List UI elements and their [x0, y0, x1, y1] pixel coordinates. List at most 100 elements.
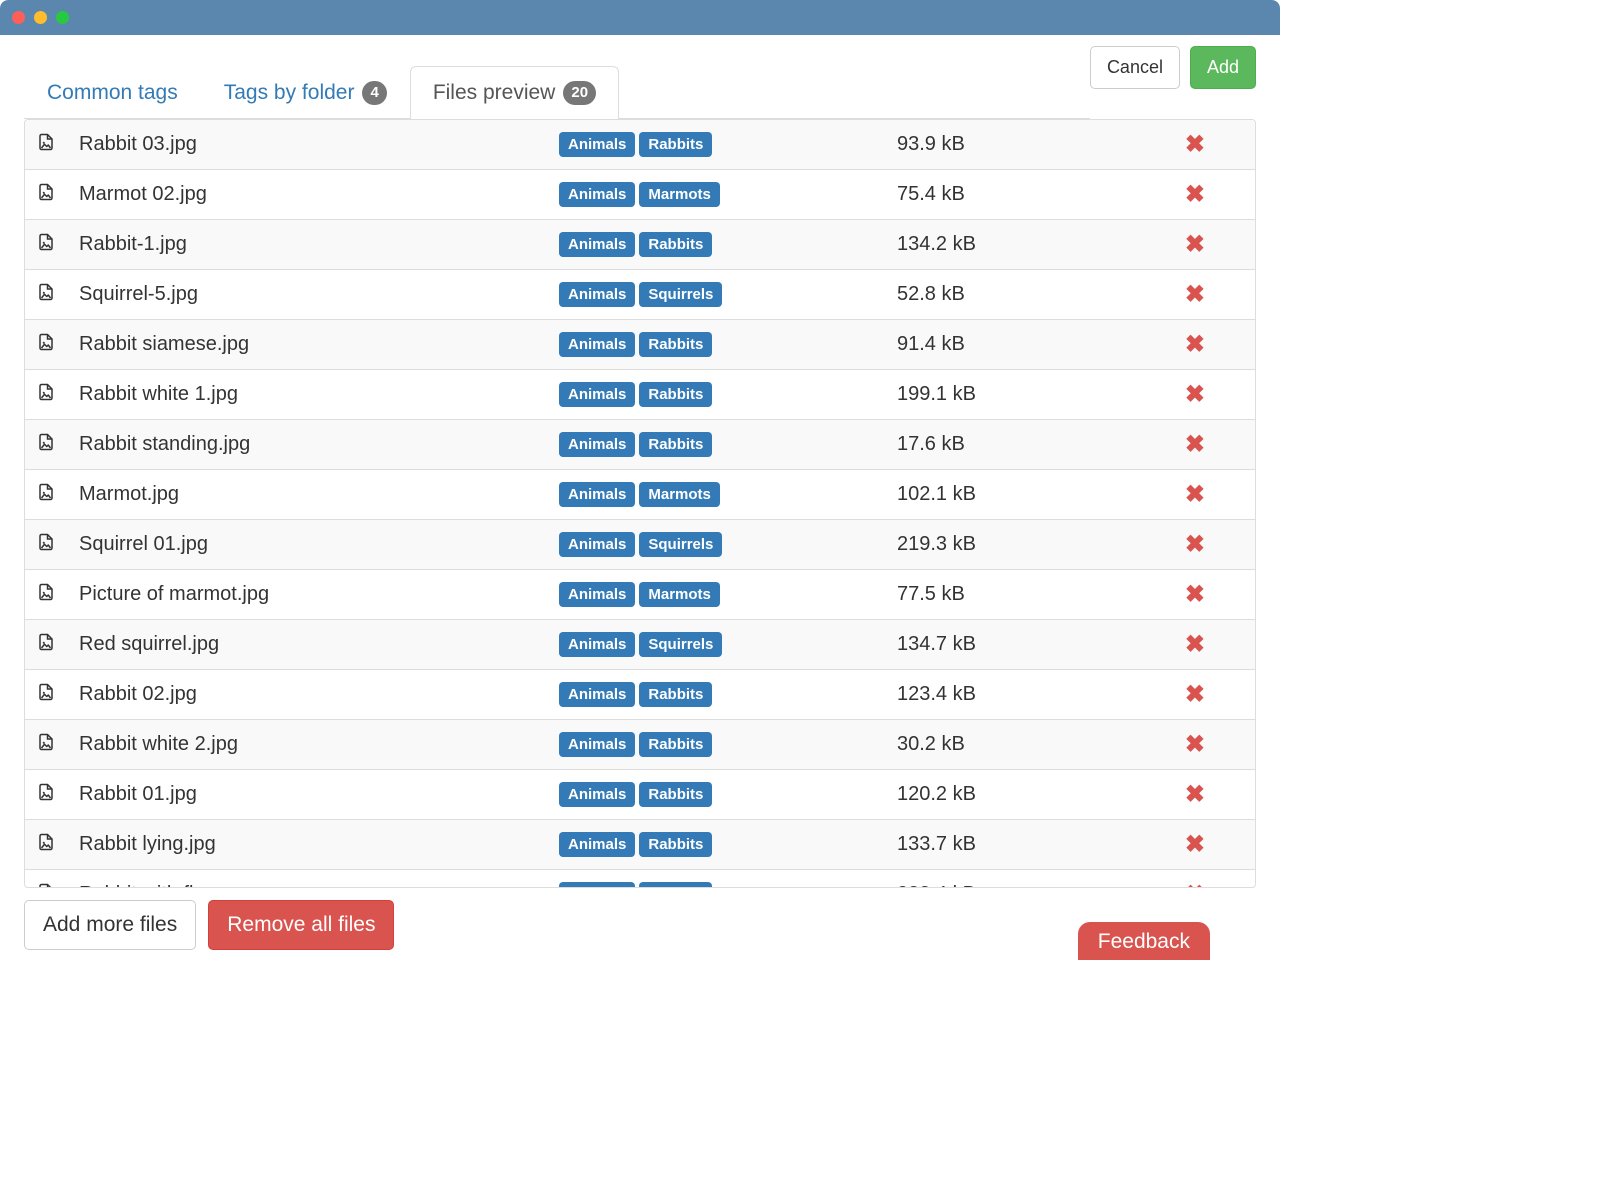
remove-file-icon[interactable]: ✖: [1185, 481, 1205, 508]
tag-badge[interactable]: Squirrels: [639, 532, 722, 557]
remove-file-icon[interactable]: ✖: [1185, 181, 1205, 208]
remove-file-icon[interactable]: ✖: [1185, 131, 1205, 158]
table-row: Marmot 02.jpg AnimalsMarmots 75.4 kB ✖: [25, 169, 1255, 219]
tabs: Common tags Tags by folder 4 Files previ…: [24, 35, 1090, 119]
remove-file-icon[interactable]: ✖: [1185, 681, 1205, 708]
tag-badge[interactable]: Rabbits: [639, 732, 712, 757]
tag-badge[interactable]: Rabbits: [639, 832, 712, 857]
file-name: Rabbit white 1.jpg: [67, 369, 547, 419]
tag-badge[interactable]: Animals: [559, 582, 635, 607]
image-file-icon: [25, 269, 67, 319]
image-file-icon: [25, 519, 67, 569]
file-tags: AnimalsRabbits: [547, 319, 867, 369]
tag-badge[interactable]: Animals: [559, 332, 635, 357]
table-row: Picture of marmot.jpgAnimalsMarmots77.5 …: [25, 569, 1255, 619]
tag-badge[interactable]: Animals: [559, 182, 635, 207]
remove-file-icon[interactable]: ✖: [1185, 331, 1205, 358]
window-minimize-icon[interactable]: [34, 11, 47, 24]
file-size: 199.1 kB: [867, 369, 1097, 419]
footer-actions: Add more files Remove all files: [24, 888, 1256, 960]
window-close-icon[interactable]: [12, 11, 25, 24]
add-button[interactable]: Add: [1190, 46, 1256, 89]
image-file-icon: [25, 369, 67, 419]
table-row: Squirrel 01.jpgAnimalsSquirrels219.3 kB✖: [25, 519, 1255, 569]
remove-file-icon[interactable]: ✖: [1185, 781, 1205, 808]
file-name: Squirrel 01.jpg: [67, 519, 547, 569]
image-file-icon: [25, 819, 67, 869]
file-name: Rabbit-1.jpg: [67, 219, 547, 269]
tag-badge[interactable]: Animals: [559, 782, 635, 807]
tag-badge[interactable]: Animals: [559, 532, 635, 557]
remove-file-icon[interactable]: ✖: [1185, 531, 1205, 558]
tag-badge[interactable]: Marmots: [639, 482, 720, 507]
tag-badge[interactable]: Rabbits: [639, 382, 712, 407]
tab-tags-by-folder[interactable]: Tags by folder 4: [201, 66, 410, 119]
file-name: Rabbit siamese.jpg: [67, 319, 547, 369]
tag-badge[interactable]: Animals: [559, 832, 635, 857]
image-file-icon: [25, 469, 67, 519]
tag-badge[interactable]: Animals: [559, 432, 635, 457]
remove-file-icon[interactable]: ✖: [1185, 381, 1205, 408]
remove-file-icon[interactable]: ✖: [1185, 281, 1205, 308]
files-table-scroll[interactable]: Rabbit 03.jpgAnimalsRabbits93.9 kB✖ Marm…: [24, 119, 1256, 888]
image-file-icon: [25, 619, 67, 669]
file-tags: AnimalsMarmots: [547, 569, 867, 619]
tag-badge[interactable]: Rabbits: [639, 682, 712, 707]
remove-file-icon[interactable]: ✖: [1185, 581, 1205, 608]
count-badge: 4: [362, 81, 386, 105]
file-tags: AnimalsRabbits: [547, 869, 867, 888]
tag-badge[interactable]: Rabbits: [639, 232, 712, 257]
table-row: Rabbit standing.jpgAnimalsRabbits17.6 kB…: [25, 419, 1255, 469]
add-more-files-button[interactable]: Add more files: [24, 900, 196, 950]
image-file-icon: [25, 419, 67, 469]
remove-file-icon[interactable]: ✖: [1185, 831, 1205, 858]
table-row: Rabbit with flowers.pngAnimalsRabbits233…: [25, 869, 1255, 888]
remove-file-icon[interactable]: ✖: [1185, 431, 1205, 458]
table-row: Rabbit-1.jpgAnimalsRabbits134.2 kB✖: [25, 219, 1255, 269]
tab-common-tags[interactable]: Common tags: [24, 66, 201, 119]
remove-file-icon[interactable]: ✖: [1185, 631, 1205, 658]
remove-file-icon[interactable]: ✖: [1185, 231, 1205, 258]
image-file-icon: [25, 669, 67, 719]
cancel-button[interactable]: Cancel: [1090, 46, 1180, 89]
window-zoom-icon[interactable]: [56, 11, 69, 24]
file-tags: AnimalsRabbits: [547, 369, 867, 419]
file-size: 75.4 kB: [867, 169, 1097, 219]
tab-label: Files preview: [433, 81, 556, 105]
file-tags: AnimalsMarmots: [547, 469, 867, 519]
tab-files-preview[interactable]: Files preview 20: [410, 66, 619, 119]
feedback-button[interactable]: Feedback: [1078, 922, 1210, 960]
file-name: Picture of marmot.jpg: [67, 569, 547, 619]
tag-badge[interactable]: Animals: [559, 482, 635, 507]
tag-badge[interactable]: Animals: [559, 382, 635, 407]
file-size: 134.7 kB: [867, 619, 1097, 669]
remove-file-icon[interactable]: ✖: [1185, 731, 1205, 758]
tag-badge[interactable]: Squirrels: [639, 282, 722, 307]
file-size: 123.4 kB: [867, 669, 1097, 719]
file-size: 77.5 kB: [867, 569, 1097, 619]
dialog-window: Common tags Tags by folder 4 Files previ…: [0, 0, 1280, 960]
tag-badge[interactable]: Rabbits: [639, 432, 712, 457]
tag-badge[interactable]: Animals: [559, 732, 635, 757]
tag-badge[interactable]: Animals: [559, 682, 635, 707]
remove-file-icon[interactable]: ✖: [1185, 881, 1205, 888]
table-row: Rabbit lying.jpgAnimalsRabbits133.7 kB✖: [25, 819, 1255, 869]
table-row: Squirrel-5.jpgAnimalsSquirrels52.8 kB✖: [25, 269, 1255, 319]
remove-all-files-button[interactable]: Remove all files: [208, 900, 394, 950]
file-name: Marmot 02.jpg: [67, 169, 547, 219]
table-row: Marmot.jpgAnimalsMarmots102.1 kB✖: [25, 469, 1255, 519]
tag-badge[interactable]: Rabbits: [639, 132, 712, 157]
image-file-icon: [25, 869, 67, 888]
topbar: Common tags Tags by folder 4 Files previ…: [24, 35, 1256, 119]
tag-badge[interactable]: Marmots: [639, 582, 720, 607]
tag-badge[interactable]: Animals: [559, 232, 635, 257]
tag-badge[interactable]: Animals: [559, 632, 635, 657]
tag-badge[interactable]: Squirrels: [639, 632, 722, 657]
tag-badge[interactable]: Animals: [559, 282, 635, 307]
tag-badge[interactable]: Rabbits: [639, 782, 712, 807]
files-table: Rabbit 03.jpgAnimalsRabbits93.9 kB✖ Marm…: [25, 120, 1255, 888]
tag-badge[interactable]: Animals: [559, 132, 635, 157]
tag-badge[interactable]: Rabbits: [639, 332, 712, 357]
tag-badge[interactable]: Marmots: [639, 182, 720, 207]
table-row: Rabbit 02.jpgAnimalsRabbits123.4 kB✖: [25, 669, 1255, 719]
